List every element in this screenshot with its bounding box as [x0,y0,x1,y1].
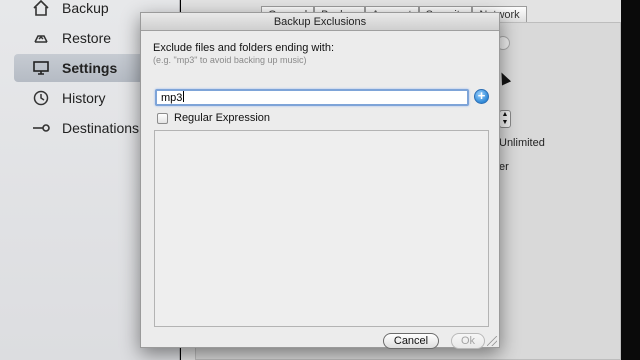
dialog-body: Exclude files and folders ending with: (… [141,31,499,349]
clock-icon [30,87,52,109]
sidebar-item-label: Restore [62,30,112,46]
backup-exclusions-dialog: Backup Exclusions Exclude files and fold… [140,12,500,349]
sidebar-item-label: History [62,90,106,106]
regex-label: Regular Expression [174,112,270,124]
sidebar-item-label: Settings [62,60,118,76]
regex-option[interactable]: Regular Expression [157,111,270,125]
add-exclusion-button[interactable]: + [474,89,489,104]
house-icon [30,0,52,19]
monitor-icon [30,57,52,79]
sidebar-item-label: Backup [62,0,109,16]
exclusion-pattern-input[interactable]: mp3 [155,89,469,106]
regex-checkbox[interactable] [157,112,168,124]
unlimited-label: Unlimited [499,137,545,149]
ok-button[interactable]: Ok [451,333,485,349]
setting-label-fragment: er [499,161,509,173]
exclude-label: Exclude files and folders ending with: [153,42,334,54]
connector-icon [30,117,52,139]
value-stepper[interactable]: ▲ ▼ [499,110,511,128]
plus-icon: + [477,88,486,103]
text-caret [183,91,185,102]
exclude-hint: (e.g. "mp3" to avoid backing up music) [153,55,307,65]
cancel-button[interactable]: Cancel [383,333,439,349]
exclusions-list[interactable] [154,130,489,327]
input-value: mp3 [161,92,183,104]
restore-icon [30,27,52,49]
screen-edge [621,0,640,360]
dialog-title: Backup Exclusions [141,13,499,31]
sidebar-item-label: Destinations [62,120,140,136]
resize-grip-icon[interactable] [487,336,497,346]
